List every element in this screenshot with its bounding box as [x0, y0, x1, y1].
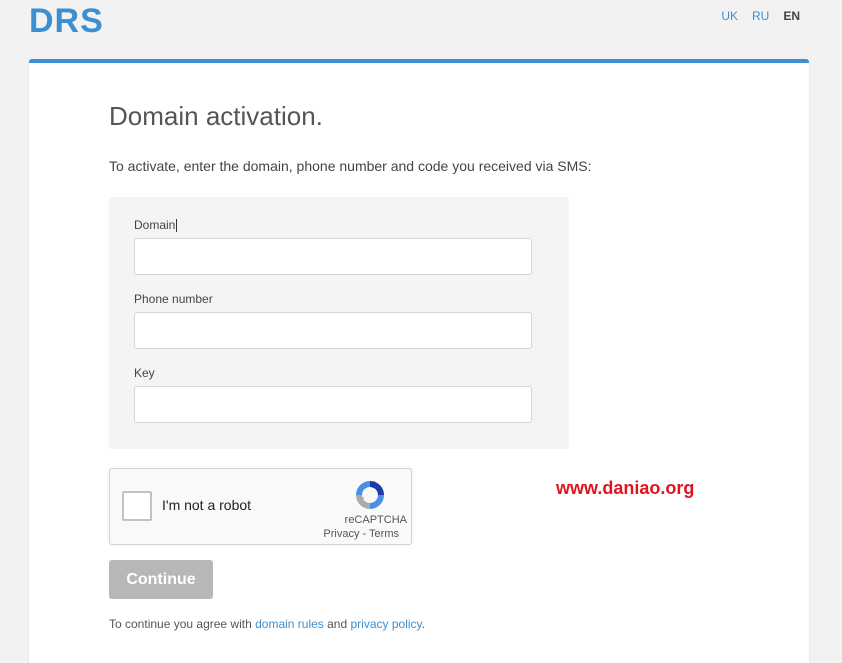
recaptcha-brand: reCAPTCHA [344, 514, 407, 526]
page-subtitle: To activate, enter the domain, phone num… [109, 158, 592, 174]
key-input[interactable] [134, 386, 532, 423]
recaptcha-logo-icon [356, 481, 384, 509]
activation-card: Domain activation. To activate, enter th… [29, 59, 809, 663]
watermark: www.daniao.org [556, 478, 695, 498]
lang-uk[interactable]: UK [721, 9, 738, 23]
lang-ru[interactable]: RU [752, 9, 769, 23]
phone-label: Phone number [134, 292, 213, 306]
key-label: Key [134, 366, 155, 380]
agreement-text: To continue you agree with domain rules … [109, 617, 425, 631]
agreement-middle: and [323, 617, 351, 631]
privacy-policy-link[interactable]: privacy policy [351, 617, 422, 631]
recaptcha-checkbox[interactable] [122, 491, 152, 521]
language-switcher: UK RU EN [721, 9, 800, 23]
agreement-prefix: To continue you agree with [109, 617, 256, 631]
recaptcha-links: Privacy - Terms [323, 528, 399, 540]
phone-input[interactable] [134, 312, 532, 349]
recaptcha-widget: I'm not a robot reCAPTCHA Privacy - Term… [109, 468, 412, 545]
recaptcha-privacy-link[interactable]: Privacy [323, 528, 359, 540]
domain-input[interactable] [134, 238, 532, 275]
page-title: Domain activation. [109, 101, 323, 131]
lang-en[interactable]: EN [783, 9, 800, 23]
recaptcha-label: I'm not a robot [162, 497, 252, 513]
logo[interactable]: DRS [29, 0, 104, 42]
agreement-suffix: . [421, 617, 425, 631]
text-cursor [176, 219, 178, 233]
domain-label: Domain [134, 218, 178, 233]
recaptcha-terms-link[interactable]: Terms [369, 528, 399, 540]
domain-rules-link[interactable]: domain rules [255, 617, 324, 631]
recaptcha-link-separator: - [359, 528, 370, 540]
activation-form: Domain Phone number Key [109, 197, 569, 449]
continue-button[interactable]: Continue [109, 560, 213, 599]
